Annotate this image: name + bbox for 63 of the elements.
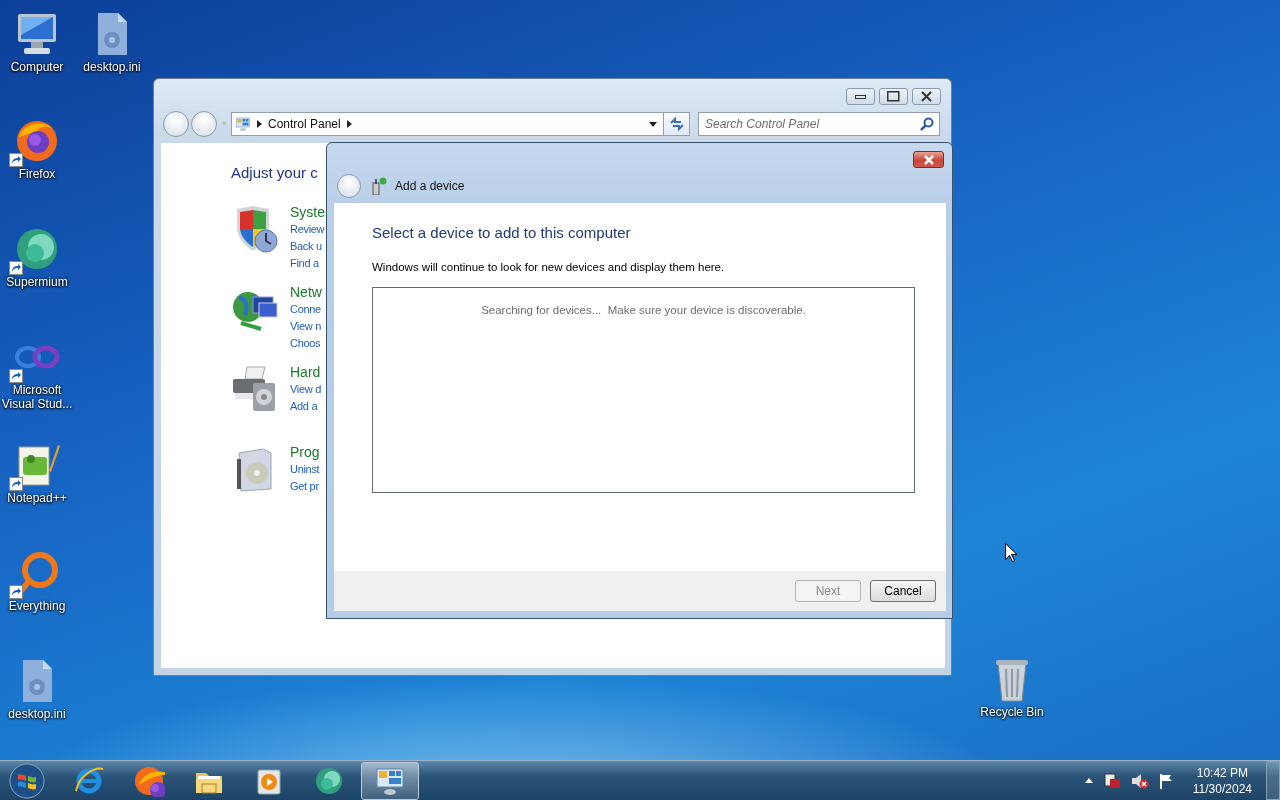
back-button[interactable] [163, 111, 189, 137]
maximize-button[interactable] [879, 88, 908, 105]
breadcrumb-arrow-icon[interactable] [257, 120, 262, 128]
dialog-title: Add a device [395, 179, 465, 193]
description-text: Windows will continue to look for new devices and display them here. [372, 260, 726, 274]
device-list[interactable]: Searching for devices... Make sure your device is discoverable. [372, 287, 915, 493]
task-link[interactable]: Review [290, 221, 325, 238]
search-icon[interactable] [920, 117, 934, 131]
task-link[interactable]: Add a [290, 398, 322, 415]
device-icon [371, 177, 387, 195]
icon-label: Recycle Bin [979, 705, 1045, 719]
close-icon [922, 154, 935, 165]
close-icon [921, 91, 932, 102]
network-error-icon[interactable] [1102, 772, 1121, 789]
task-link[interactable]: View d [290, 381, 322, 398]
breadcrumb-arrow-icon[interactable] [346, 120, 352, 128]
task-link[interactable]: Back u [290, 238, 325, 255]
speaker-muted-icon[interactable] [1130, 772, 1149, 789]
page-heading: Adjust your c [231, 163, 319, 183]
icon-label: Supermium [5, 275, 69, 289]
status-message: Searching for devices... Make sure your device is discoverable. [480, 304, 807, 316]
windows-logo-icon [9, 762, 45, 799]
clock-date[interactable]: 11/30/2024 [1192, 780, 1252, 797]
show-desktop-button[interactable] [1266, 761, 1280, 800]
icon-label: desktop.ini [82, 60, 142, 74]
close-button[interactable] [912, 88, 941, 105]
task-link[interactable]: Choos [290, 335, 322, 352]
search-field[interactable]: Search Control Panel [698, 112, 940, 136]
maximize-icon [887, 91, 900, 102]
category-link[interactable]: Hard [290, 363, 322, 381]
dropdown-arrow-icon[interactable] [649, 121, 657, 127]
minimize-icon [855, 94, 866, 99]
icon-label: Microsoft Visual Stud... [0, 383, 74, 411]
refresh-button[interactable] [664, 112, 690, 136]
icon-label: desktop.ini [7, 707, 67, 721]
minimize-button[interactable] [846, 88, 875, 105]
icon-label: Computer [9, 60, 65, 74]
icon-label: Firefox [17, 167, 57, 181]
browser-icon [133, 764, 165, 797]
clock-time[interactable]: 10:42 PM [1196, 764, 1249, 781]
show-hidden-icons-icon[interactable] [1084, 778, 1093, 783]
mouse-pointer-icon [1005, 543, 1017, 562]
back-button[interactable] [337, 174, 361, 198]
category-link[interactable]: Netw [290, 283, 322, 301]
task-link[interactable]: Get pr [290, 478, 320, 495]
task-link[interactable]: Uninst [290, 461, 320, 478]
icon-label: Everything [7, 599, 67, 613]
task-link[interactable]: View n [290, 318, 322, 335]
category-link[interactable]: Syste [290, 203, 325, 221]
control-panel-icon [235, 116, 251, 132]
task-link[interactable]: Conne [290, 301, 322, 318]
flag-icon[interactable] [1158, 772, 1175, 789]
close-button[interactable] [913, 151, 944, 168]
category-link[interactable]: Prog [290, 443, 320, 461]
task-link[interactable]: Find a [290, 255, 325, 272]
dialog-button[interactable]: Cancel [870, 580, 936, 602]
dialog-heading: Select a device to add to this computer [372, 223, 632, 243]
address-bar[interactable]: Control Panel [231, 112, 664, 136]
icon-label: Notepad++ [6, 491, 68, 505]
breadcrumb-link[interactable]: Control Panel [268, 117, 341, 131]
refresh-icon [668, 117, 685, 131]
forward-button[interactable] [191, 111, 217, 137]
taskbar-button[interactable] [361, 761, 419, 800]
